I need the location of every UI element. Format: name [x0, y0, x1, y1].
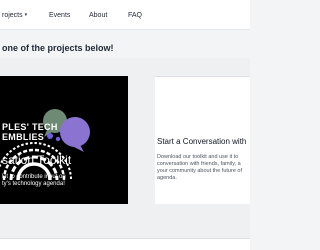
project-card-image[interactable]: PLES' TECH EMBLIES sation Toolkit kit to…: [0, 76, 128, 204]
next-project-card[interactable]: [0, 238, 250, 250]
org-name-line-1: PLES' TECH: [2, 122, 58, 132]
nav-projects-label: rojects: [2, 12, 23, 19]
project-card-desc-2: conversation with friends, family, a: [157, 161, 241, 167]
chevron-down-icon: ▾: [24, 12, 28, 18]
page-heading: one of the projects below!: [2, 43, 114, 53]
purple-bubble-icon: [60, 117, 90, 147]
nav-faq-link[interactable]: FAQ: [128, 11, 142, 20]
nav-about-link[interactable]: About: [89, 11, 107, 20]
nav-events-link[interactable]: Events: [49, 11, 70, 20]
top-nav: rojects ▾ Events About FAQ: [0, 0, 250, 30]
org-name-line-2: EMBLIES: [2, 132, 45, 142]
toolkit-title: sation Toolkit: [2, 153, 72, 167]
nav-projects-dropdown[interactable]: rojects ▾: [2, 11, 27, 20]
project-card-desc-3: your community about the future of: [157, 168, 242, 174]
toolkit-subtitle-2: ty's technology agenda!: [2, 181, 65, 187]
toolkit-subtitle-1: kit to contribute input on: [2, 174, 66, 180]
project-card-desc-1: Download our toolkit and use it to: [157, 154, 239, 160]
project-card-title[interactable]: Start a Conversation with: [157, 137, 250, 147]
project-card-desc-4: agenda.: [157, 175, 177, 181]
